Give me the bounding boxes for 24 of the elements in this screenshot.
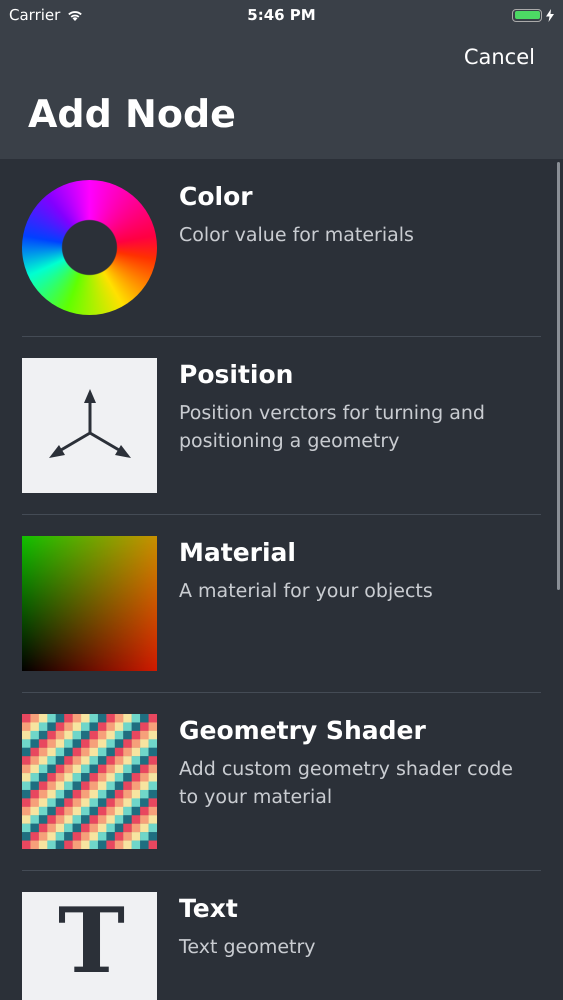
item-title: Color: [179, 182, 254, 211]
node-list-item[interactable]: Material A material for your objects: [22, 515, 541, 693]
node-list-item[interactable]: Color Color value for materials: [22, 159, 541, 337]
node-list-item[interactable]: T Text Text geometry: [22, 871, 541, 1000]
item-subtitle: Add custom geometry shader code to your material: [179, 757, 514, 810]
item-title: Text: [179, 894, 239, 923]
charging-icon: [546, 8, 554, 22]
item-subtitle: Color value for materials: [179, 223, 414, 248]
item-title: Material: [179, 538, 297, 567]
thumbnail-glyph: T: [58, 896, 125, 986]
item-title: Position: [179, 360, 294, 389]
status-time: 5:46 PM: [247, 6, 316, 24]
battery-icon: [512, 8, 542, 22]
carrier-label: Carrier: [9, 6, 60, 24]
item-title: Geometry Shader: [179, 716, 427, 745]
wifi-icon: [66, 8, 84, 22]
scroll-bar[interactable]: [557, 162, 560, 590]
node-list-item[interactable]: Position Position verctors for turning and positioning a geometry: [22, 337, 541, 515]
item-subtitle: Position verctors for turning and positioning a geometry: [179, 401, 486, 454]
item-subtitle: A material for your objects: [179, 579, 433, 604]
item-subtitle: Text geometry: [179, 935, 316, 960]
page-title: Add Node: [28, 92, 237, 136]
cancel-button[interactable]: Cancel: [464, 45, 535, 69]
node-list-item[interactable]: Geometry Shader Add custom geometry shader code to your material: [22, 693, 541, 871]
